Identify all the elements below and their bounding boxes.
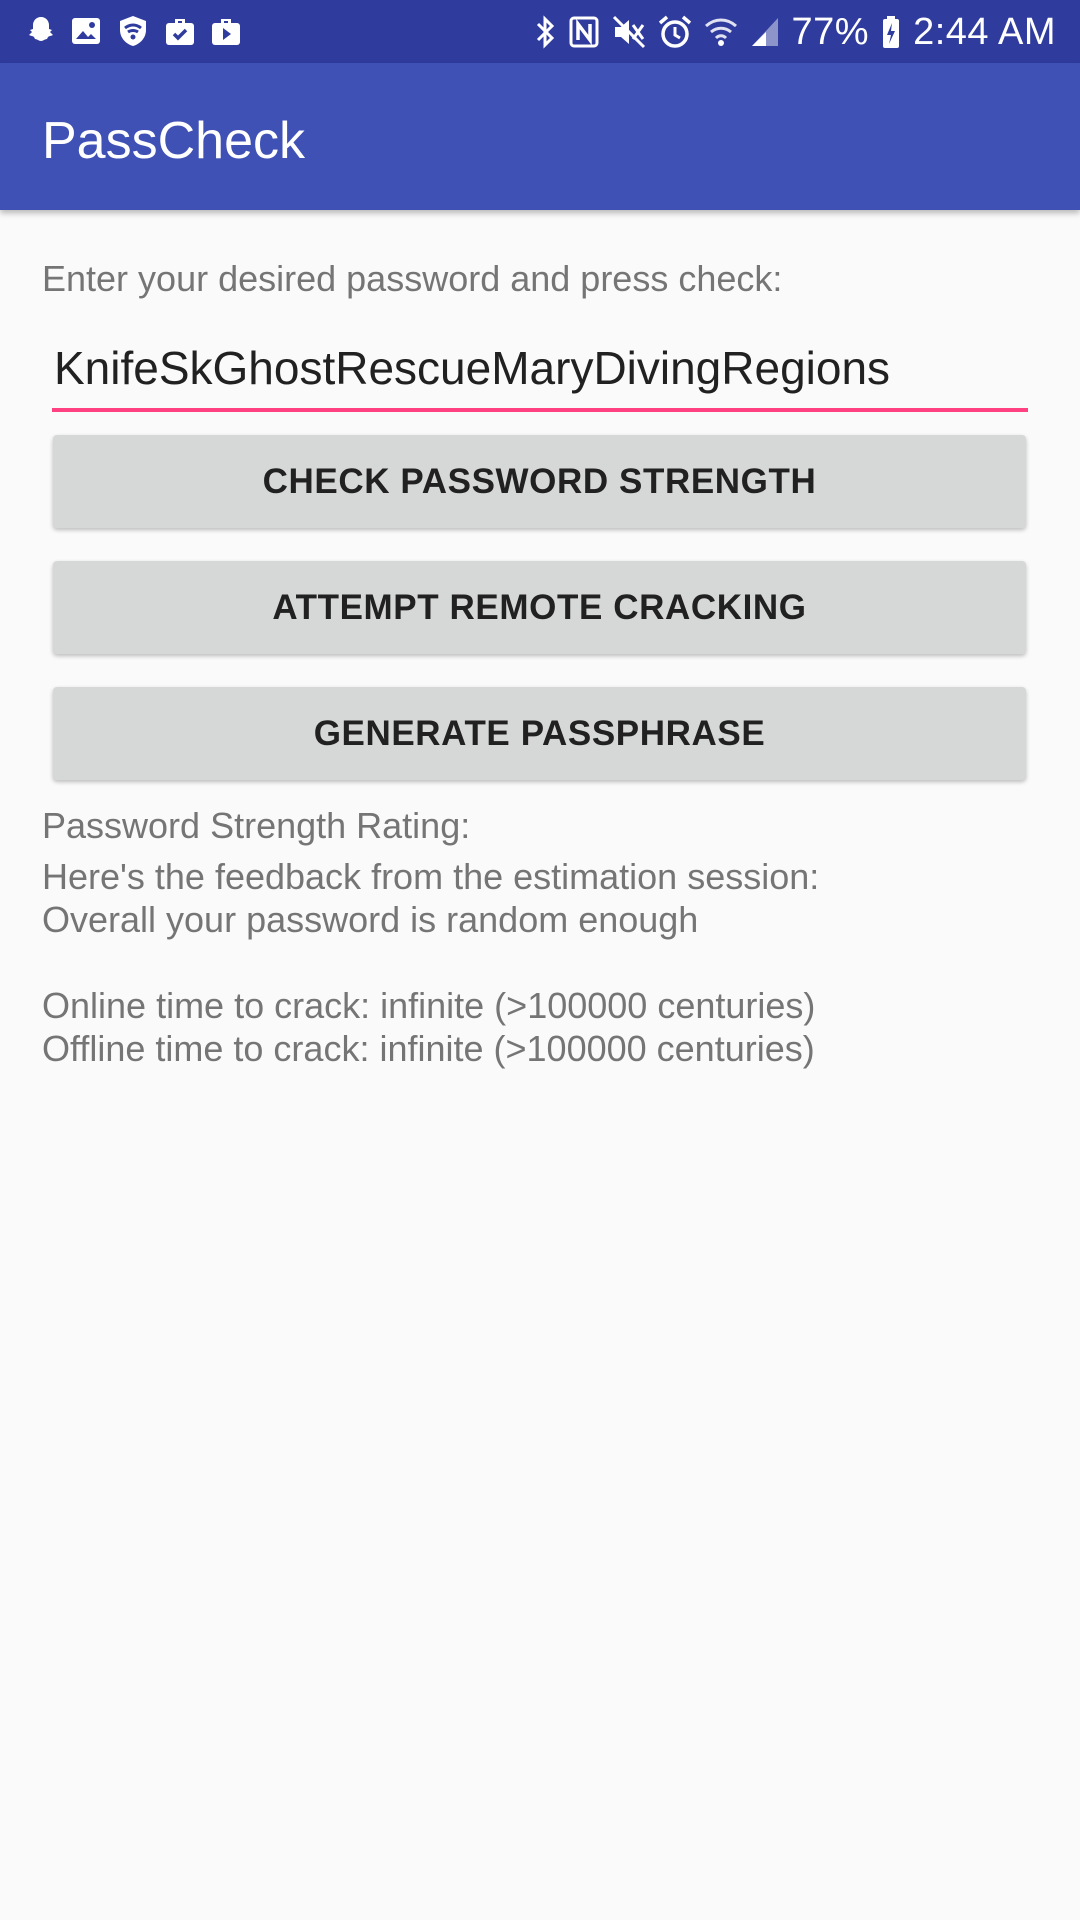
password-input-value[interactable]: KnifeSkGhostRescueMaryDivingRegions xyxy=(54,342,890,394)
shield-wifi-icon xyxy=(116,14,150,48)
feedback-header: Here's the feedback from the estimation … xyxy=(42,856,820,897)
bluetooth-icon xyxy=(534,14,556,50)
overall-feedback: Overall your password is random enough xyxy=(42,899,699,940)
snapchat-icon xyxy=(26,15,56,47)
alarm-icon xyxy=(658,15,692,49)
briefcase-play-icon xyxy=(210,15,242,47)
briefcase-check-icon xyxy=(164,15,196,47)
mute-icon xyxy=(612,15,646,49)
status-bar: 77% 2:44 AM xyxy=(0,0,1080,63)
offline-crack-time: Offline time to crack: infinite (>100000… xyxy=(42,1028,815,1069)
app-bar: PassCheck xyxy=(0,63,1080,210)
clock: 2:44 AM xyxy=(913,11,1056,53)
signal-icon xyxy=(750,16,780,48)
image-icon xyxy=(70,16,102,46)
password-input[interactable]: KnifeSkGhostRescueMaryDivingRegions xyxy=(52,330,1028,414)
wifi-icon xyxy=(704,16,738,48)
strength-rating-label: Password Strength Rating: xyxy=(42,805,471,846)
generate-passphrase-button[interactable]: GENERATE PASSPHRASE xyxy=(53,687,1026,780)
password-prompt: Enter your desired password and press ch… xyxy=(42,258,783,299)
battery-charging-icon xyxy=(881,15,901,49)
check-password-strength-button[interactable]: CHECK PASSWORD STRENGTH xyxy=(53,435,1026,528)
system-status: 77% 2:44 AM xyxy=(534,10,1056,54)
battery-percent: 77% xyxy=(791,11,870,53)
nfc-icon xyxy=(568,14,600,50)
password-input-underline xyxy=(52,408,1028,412)
attempt-remote-cracking-button[interactable]: ATTEMPT REMOTE CRACKING xyxy=(53,561,1026,654)
app-title: PassCheck xyxy=(42,112,305,170)
notification-icons xyxy=(26,14,242,48)
online-crack-time: Online time to crack: infinite (>100000 … xyxy=(42,985,816,1026)
